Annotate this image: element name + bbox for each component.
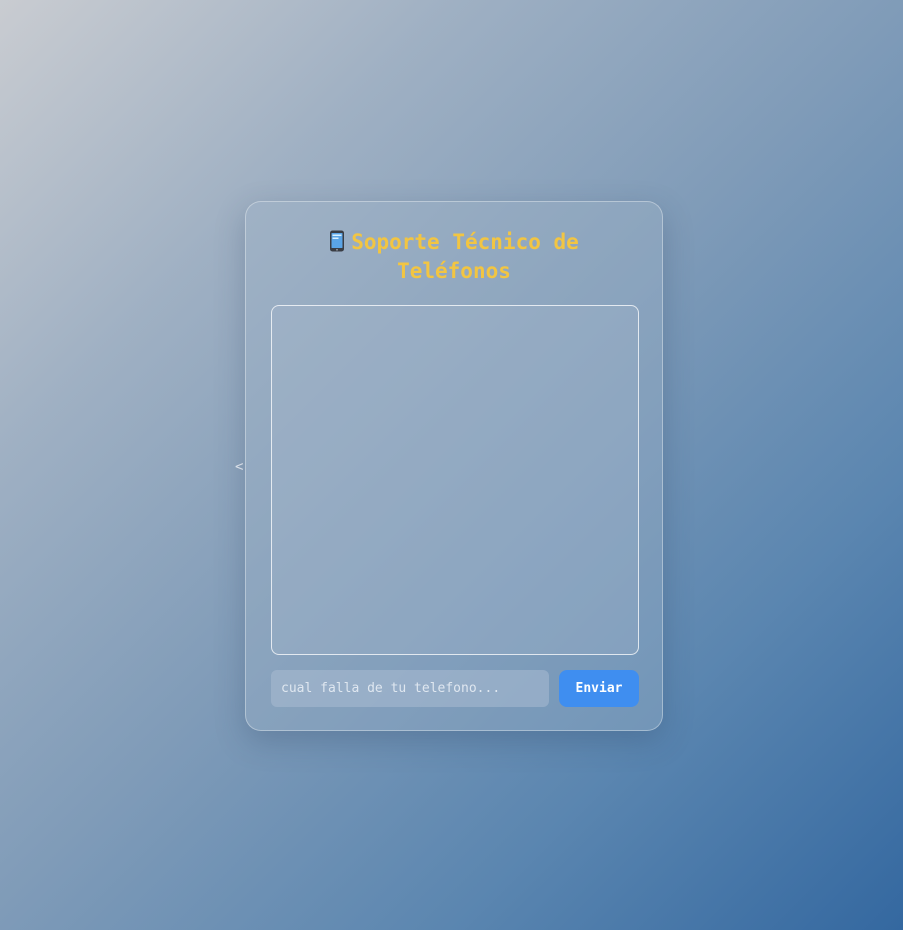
- message-input[interactable]: [271, 670, 549, 707]
- title-text: Soporte Técnico de Teléfonos: [351, 230, 579, 283]
- page-title: Soporte Técnico de Teléfonos: [246, 228, 662, 286]
- chat-messages-area[interactable]: [271, 305, 639, 655]
- send-button[interactable]: Enviar: [559, 670, 639, 707]
- input-row: Enviar: [271, 670, 639, 707]
- mobile-phone-icon: [330, 230, 345, 252]
- stray-text: <: [235, 459, 244, 475]
- support-card: Soporte Técnico de Teléfonos Enviar: [245, 201, 663, 731]
